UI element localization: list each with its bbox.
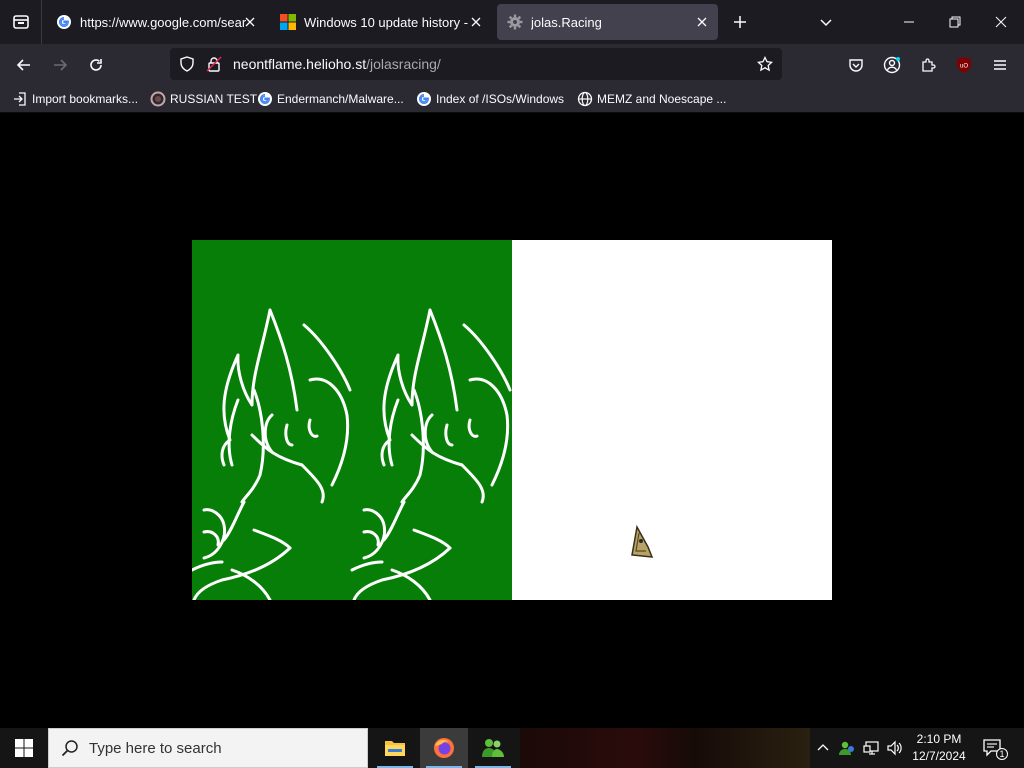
start-button[interactable]: [0, 728, 48, 768]
taskbar-desktop-peek: [520, 728, 810, 768]
shield-icon[interactable]: [179, 56, 195, 72]
ublock-icon: uO: [957, 57, 971, 73]
restore-button[interactable]: [932, 0, 978, 44]
account-icon: [883, 56, 901, 74]
lock-warning-icon[interactable]: [206, 56, 222, 72]
clock-date: 12/7/2024: [912, 749, 966, 763]
taskbar-clock[interactable]: 2:10 PM 12/7/2024: [906, 731, 972, 765]
url-text[interactable]: neontflame.helioho.st/jolasracing/: [233, 56, 441, 72]
plus-icon: [734, 16, 746, 28]
import-icon: [14, 92, 26, 106]
page-content: [0, 113, 1024, 728]
clock-time: 2:10 PM: [916, 732, 962, 746]
restore-icon: [949, 16, 961, 28]
game-left-panel: [192, 240, 512, 600]
google-icon: [417, 92, 431, 106]
chevron-up-icon: [817, 744, 829, 751]
close-icon[interactable]: [468, 14, 484, 30]
windows-taskbar: Type here to search 2:10 PM 12/7/2024 1: [0, 728, 1024, 768]
tab-windows-update-history[interactable]: Windows 10 update history - M: [270, 4, 492, 40]
network-button[interactable]: [860, 728, 882, 768]
close-icon: [995, 16, 1007, 28]
character-sprite: [192, 308, 512, 600]
close-icon[interactable]: [242, 14, 258, 30]
close-icon[interactable]: [694, 14, 710, 30]
list-all-tabs-button[interactable]: [812, 8, 840, 36]
taskbar-firefox[interactable]: [420, 728, 468, 768]
game-canvas[interactable]: [192, 240, 832, 600]
tab-google-search[interactable]: https://www.google.com/searc: [46, 4, 266, 40]
url-host: neontflame.helioho.st: [233, 56, 367, 72]
bookmark-label: Endermanch/Malware...: [277, 92, 404, 106]
ublock-origin-button[interactable]: uO: [949, 50, 979, 80]
puzzle-icon: [922, 58, 936, 72]
star-icon[interactable]: [757, 56, 773, 72]
svg-text:uO: uO: [960, 64, 968, 70]
google-icon: [258, 92, 272, 106]
globe-icon: [577, 91, 593, 107]
back-button[interactable]: [9, 50, 39, 80]
action-center-button[interactable]: 1: [978, 728, 1008, 768]
tab-title: https://www.google.com/searc: [80, 14, 246, 30]
folder-icon: [385, 741, 405, 756]
tab-strip: https://www.google.com/searc Windows 10 …: [0, 0, 1024, 44]
firefox-view-button[interactable]: [0, 0, 42, 44]
new-tab-button[interactable]: [726, 8, 754, 36]
speaker-icon: [887, 740, 902, 756]
arrow-left-icon: [16, 59, 30, 71]
address-bar[interactable]: neontflame.helioho.st/jolasracing/: [170, 48, 782, 80]
reload-button[interactable]: [81, 50, 111, 80]
show-hidden-icons-button[interactable]: [812, 728, 834, 768]
hamburger-menu-icon: [994, 60, 1006, 70]
windows-logo-icon: [15, 739, 33, 757]
firefox-view-icon: [12, 15, 29, 29]
people-icon: [482, 739, 504, 757]
bookmark-russian-test[interactable]: RUSSIAN TEST: [150, 90, 257, 108]
bookmark-label: MEMZ and Noescape ...: [597, 92, 727, 106]
search-placeholder: Type here to search: [89, 740, 222, 757]
player-car-sprite[interactable]: [628, 525, 654, 559]
tab-title: jolas.Racing: [531, 14, 602, 30]
minimize-icon: [904, 21, 914, 23]
bookmark-endermanch-malware[interactable]: Endermanch/Malware...: [257, 90, 404, 108]
bookmark-index-isos-windows[interactable]: Index of /ISOs/Windows: [416, 90, 564, 108]
forward-button[interactable]: [45, 50, 75, 80]
reload-icon: [90, 59, 102, 71]
pocket-icon: [849, 59, 863, 72]
tab-jolas-racing[interactable]: jolas.Racing: [497, 4, 718, 40]
extensions-button[interactable]: [913, 50, 943, 80]
search-icon: [61, 740, 78, 757]
bookmark-label: RUSSIAN TEST: [170, 92, 258, 106]
taskbar-search-box[interactable]: Type here to search: [48, 728, 368, 768]
notification-count-badge: 1: [996, 748, 1008, 760]
microsoft-icon: [280, 14, 296, 30]
chevron-down-icon: [820, 19, 832, 27]
close-window-button[interactable]: [978, 0, 1024, 44]
volume-button[interactable]: [884, 728, 906, 768]
menu-button[interactable]: [985, 50, 1015, 80]
bookmark-import[interactable]: Import bookmarks...: [12, 90, 138, 108]
people-icon: [839, 741, 854, 755]
minimize-button[interactable]: [886, 0, 932, 44]
navigation-toolbar: neontflame.helioho.st/jolasracing/ uO: [0, 44, 1024, 85]
tray-people-icon[interactable]: [836, 728, 858, 768]
pocket-button[interactable]: [841, 50, 871, 80]
site-icon: [150, 91, 166, 107]
google-icon: [57, 15, 71, 29]
bookmarks-toolbar: Import bookmarks... RUSSIAN TEST Enderma…: [0, 85, 1024, 113]
bookmark-memz-noescape[interactable]: MEMZ and Noescape ...: [577, 90, 726, 108]
arrow-right-icon: [54, 59, 68, 71]
firefox-icon: [434, 738, 454, 758]
bookmark-label: Import bookmarks...: [32, 92, 139, 106]
url-path: /jolasracing/: [366, 56, 441, 72]
tab-title: Windows 10 update history - M: [304, 14, 470, 30]
network-icon: [863, 741, 879, 755]
bookmark-label: Index of /ISOs/Windows: [436, 92, 565, 106]
taskbar-file-explorer[interactable]: [371, 728, 419, 768]
gear-icon: [507, 14, 523, 30]
account-button[interactable]: [877, 50, 907, 80]
taskbar-people-app[interactable]: [469, 728, 517, 768]
